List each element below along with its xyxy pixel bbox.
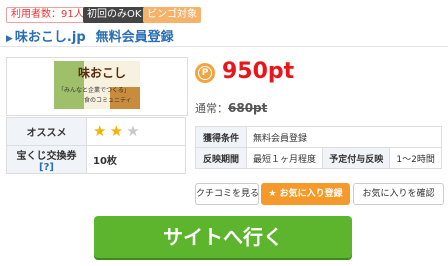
banner-tagline: 「みんなと企業でつくる」 <box>58 87 130 94</box>
reflect-period-value: 最短１ヶ月程度 <box>245 147 324 169</box>
point-coin-icon: P <box>195 63 215 83</box>
star-filled-icon: ★ <box>109 122 124 140</box>
triangle-right-icon: ▶ <box>6 34 13 44</box>
site-banner-image[interactable]: 味おこし 「みんなと企業でつくる」 食のコミュニティ <box>54 61 140 109</box>
user-count-badge: 利用者数：91人 <box>6 7 89 23</box>
condition-value: 無料会員登録 <box>246 126 442 148</box>
rating-table: オススメ ★ ★ ★ 宝くじ交換券[?] 10枚 <box>6 117 186 174</box>
normal-points: 通常：680pt <box>195 100 267 116</box>
table-row: 反映期間 最短１ヶ月程度 予定付与反映 1〜2時間 <box>195 147 442 169</box>
normal-label: 通常： <box>195 102 228 115</box>
banner-logo-text: 味おこし <box>78 66 127 80</box>
condition-label: 獲得条件 <box>195 126 247 148</box>
table-row: オススメ ★ ★ ★ <box>6 117 186 146</box>
divider <box>0 46 448 47</box>
favorite-check-button[interactable]: お気に入りを確認 <box>353 183 444 205</box>
lottery-value: 10枚 <box>86 145 186 174</box>
scheduled-value: 1〜2時間 <box>389 147 442 169</box>
reflect-period-label: 反映期間 <box>195 147 247 169</box>
scheduled-label: 予定付与反映 <box>322 147 391 169</box>
star-empty-icon: ★ <box>126 122 140 140</box>
star-icon: ★ <box>268 189 280 199</box>
normal-value: 680pt <box>228 101 268 115</box>
first-time-only-badge: 初回のみOK <box>83 7 146 23</box>
recommend-label: オススメ <box>6 117 87 146</box>
point-value: 950pt <box>222 59 295 84</box>
favorite-add-button[interactable]: ★ お気に入り登録 <box>261 183 350 205</box>
condition-table: 獲得条件 無料会員登録 反映期間 最短１ヶ月程度 予定付与反映 1〜2時間 <box>195 126 442 169</box>
table-row: 宝くじ交換券[?] 10枚 <box>6 145 186 174</box>
help-link[interactable]: [?] <box>39 162 54 173</box>
site-name[interactable]: 味おこし.jp <box>15 30 86 45</box>
go-to-site-button[interactable]: サイトへ行く <box>94 216 352 258</box>
lottery-label: 宝くじ交換券 <box>16 150 77 162</box>
lottery-label-cell: 宝くじ交換券[?] <box>6 145 87 174</box>
page-title[interactable]: ▶ 味おこし.jp 無料会員登録 <box>6 26 174 45</box>
recommend-stars: ★ ★ ★ <box>86 117 186 146</box>
star-filled-icon: ★ <box>93 122 107 140</box>
reviews-button[interactable]: クチコミを見る <box>195 183 259 205</box>
offer-subtitle: 無料会員登録 <box>95 30 174 45</box>
bingo-badge: ビンゴ対象 <box>143 7 201 23</box>
banner-tagline-2: 食のコミュニティ <box>84 97 132 104</box>
table-row: 獲得条件 無料会員登録 <box>195 126 442 148</box>
